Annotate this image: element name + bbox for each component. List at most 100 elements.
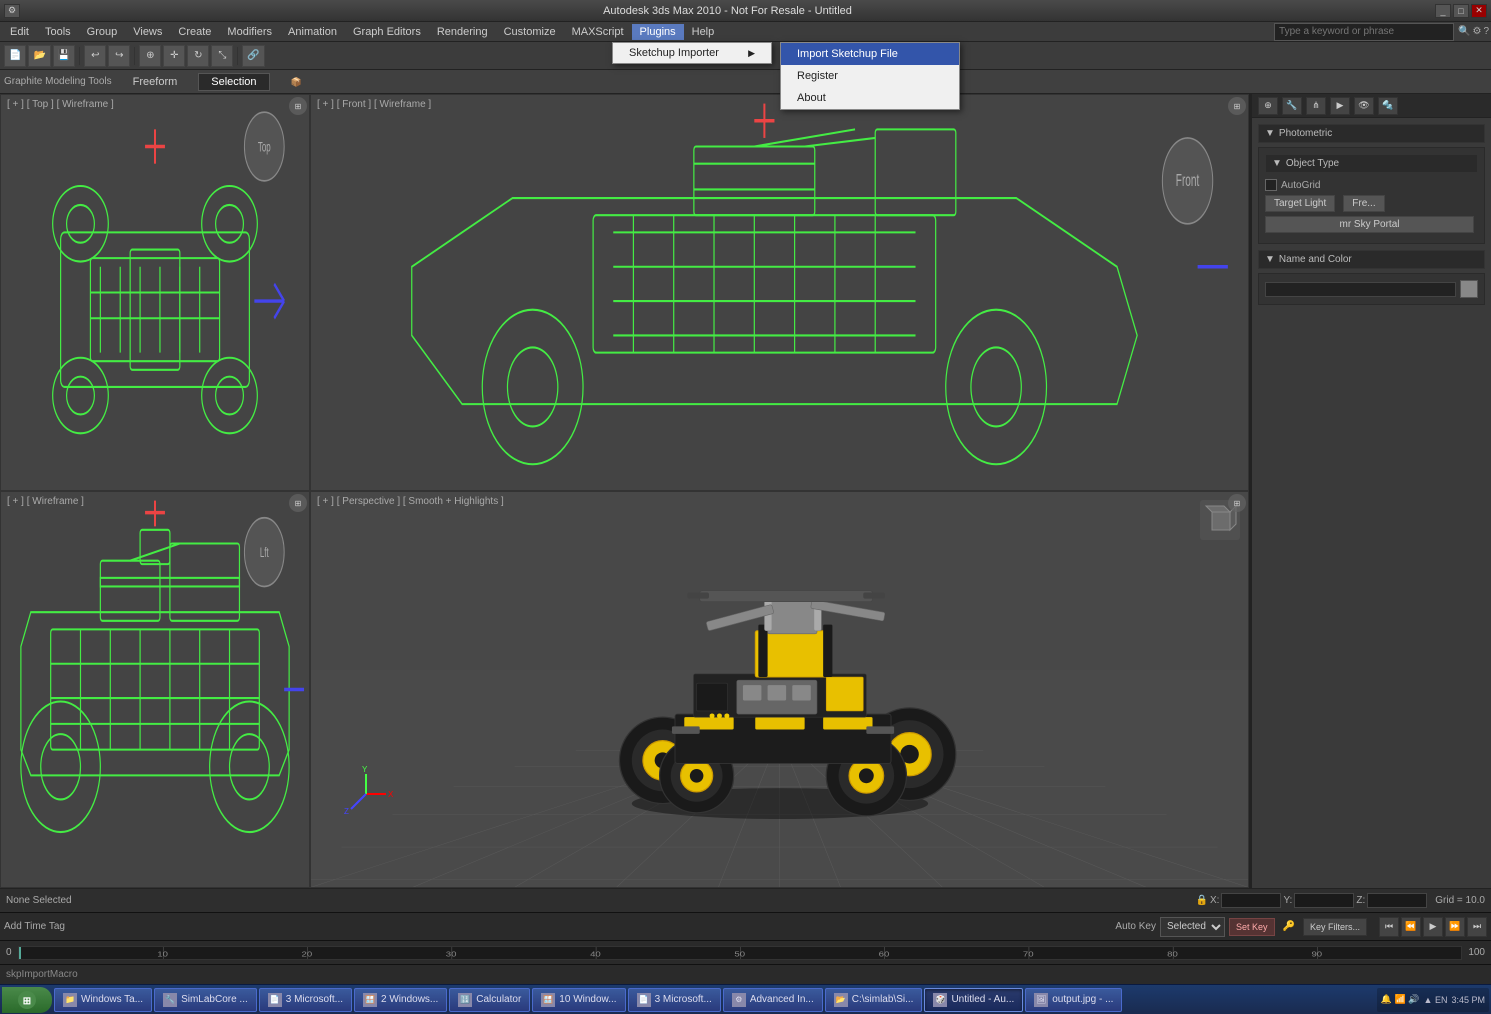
menu-group[interactable]: Group (79, 24, 126, 40)
name-color-header[interactable]: ▼ Name and Color (1258, 250, 1485, 269)
sketchup-importer-item[interactable]: Sketchup Importer (613, 43, 771, 63)
viewport-front[interactable]: [ + ] [ Front ] [ Wireframe ] ⊞ (310, 94, 1249, 491)
timeline-track[interactable]: 10 20 30 40 50 60 70 80 90 (18, 946, 1463, 960)
taskbar-icon-advanced: ⚙ (732, 993, 746, 1007)
toolbar-save[interactable]: 💾 (53, 45, 75, 67)
prev-frame-button[interactable]: ⏪ (1401, 917, 1421, 937)
toolbar-rotate[interactable]: ↻ (187, 45, 209, 67)
about-item[interactable]: About (781, 87, 959, 109)
toolbar-select[interactable]: ⊕ (139, 45, 161, 67)
taskbar-microsoft1[interactable]: 📄 3 Microsoft... (259, 988, 352, 1012)
register-item[interactable]: Register (781, 65, 959, 87)
search-input[interactable] (1274, 23, 1454, 41)
taskbar-window10[interactable]: 🪟 10 Window... (532, 988, 625, 1012)
maximize-button[interactable]: □ (1453, 4, 1469, 18)
viewport-perspective[interactable]: [ + ] [ Perspective ] [ Smooth + Highlig… (310, 491, 1249, 888)
menu-maxscript[interactable]: MAXScript (564, 24, 632, 40)
menu-tools[interactable]: Tools (37, 24, 79, 40)
z-input[interactable] (1367, 893, 1427, 908)
viewport-left[interactable]: [ + ] [ Wireframe ] ⊞ (0, 491, 310, 888)
play-button[interactable]: ▶ (1423, 917, 1443, 937)
playback-controls: ⏮ ⏪ ▶ ⏩ ⏭ (1379, 917, 1487, 937)
menu-edit[interactable]: Edit (2, 24, 37, 40)
import-sketchup-item[interactable]: Import Sketchup File (781, 43, 959, 65)
taskbar-output-jpg[interactable]: 🖼 output.jpg - ... (1025, 988, 1122, 1012)
viewport-top[interactable]: [ + ] [ Top ] [ Wireframe ] ⊞ (0, 94, 310, 491)
minimize-button[interactable]: _ (1435, 4, 1451, 18)
options-icon[interactable]: ⚙ (1472, 26, 1481, 37)
x-input[interactable] (1221, 893, 1281, 908)
taskbar-simlab-path[interactable]: 📂 C:\simlab\Si... (825, 988, 923, 1012)
toolbar-undo[interactable]: ↩ (84, 45, 106, 67)
menu-modifiers[interactable]: Modifiers (219, 24, 280, 40)
utilities-icon-btn[interactable]: 🔩 (1378, 97, 1398, 115)
menu-views[interactable]: Views (125, 24, 170, 40)
status-bar: None Selected 🔒 X: Y: Z: Grid = 10.0 (0, 888, 1491, 912)
z-label: Z: (1356, 895, 1365, 906)
menu-rendering[interactable]: Rendering (429, 24, 496, 40)
tab-freeform[interactable]: Freeform (120, 73, 191, 91)
object-type-header[interactable]: ▼ Object Type (1265, 154, 1478, 173)
viewport-perspective-corner[interactable]: ⊞ (1228, 494, 1246, 512)
color-swatch[interactable] (1460, 280, 1478, 298)
tray-icons[interactable]: 🔔 📶 🔊 (1381, 994, 1420, 1005)
mr-sky-portal-button[interactable]: mr Sky Portal (1265, 216, 1474, 233)
toolbar-snap[interactable]: 🔗 (242, 45, 264, 67)
viewport-left-corner[interactable]: ⊞ (289, 494, 307, 512)
taskbar-windows2[interactable]: 🪟 2 Windows... (354, 988, 447, 1012)
taskbar-calculator[interactable]: 🔢 Calculator (449, 988, 530, 1012)
menu-create[interactable]: Create (170, 24, 219, 40)
taskbar-untitled-au[interactable]: 🎲 Untitled - Au... (924, 988, 1023, 1012)
toolbar-open[interactable]: 📂 (28, 45, 50, 67)
next-frame-button[interactable]: ⏩ (1445, 917, 1465, 937)
autogrid-row: AutoGrid (1265, 179, 1478, 191)
name-input[interactable] (1265, 282, 1456, 297)
name-color-content (1258, 273, 1485, 305)
play-forward-button[interactable]: ⏭ (1467, 917, 1487, 937)
anim-controls: Add Time Tag Auto Key Selected Set Key 🔑… (0, 912, 1491, 940)
motion-icon-btn[interactable]: ▶ (1330, 97, 1350, 115)
menu-plugins[interactable]: Plugins (632, 24, 684, 40)
key-filters-button[interactable]: Key Filters... (1303, 918, 1367, 936)
search-icon[interactable]: 🔍 (1458, 26, 1470, 37)
menu-customize[interactable]: Customize (496, 24, 564, 40)
hierarchy-icon-btn[interactable]: ⋔ (1306, 97, 1326, 115)
window-controls[interactable]: _ □ ✕ (1435, 4, 1487, 18)
toolbar-redo[interactable]: ↪ (108, 45, 130, 67)
add-time-tag-label: Add Time Tag (4, 921, 65, 932)
selected-dropdown[interactable]: Selected (1160, 917, 1225, 937)
autogrid-checkbox[interactable] (1265, 179, 1277, 191)
x-label: X: (1210, 895, 1219, 906)
target-light-button[interactable]: Target Light (1265, 195, 1335, 212)
axis-indicator: X Y Z (336, 764, 396, 827)
auto-key-label: Auto Key (1115, 921, 1156, 932)
y-input[interactable] (1294, 893, 1354, 908)
viewport-top-corner[interactable]: ⊞ (289, 97, 307, 115)
free-button[interactable]: Fre... (1343, 195, 1384, 212)
help-icon[interactable]: ? (1483, 26, 1489, 37)
title-bar-icon: ⚙ (4, 4, 20, 18)
start-button[interactable]: ⊞ (2, 987, 52, 1013)
taskbar-advanced[interactable]: ⚙ Advanced In... (723, 988, 823, 1012)
taskbar-simlab[interactable]: 🔧 SimLabCore ... (154, 988, 257, 1012)
taskbar-label-microsoft1: 3 Microsoft... (286, 994, 343, 1005)
viewport-front-corner[interactable]: ⊞ (1228, 97, 1246, 115)
set-key-button[interactable]: Set Key (1229, 918, 1275, 936)
display-icon-btn[interactable]: 👁 (1354, 97, 1374, 115)
play-back-button[interactable]: ⏮ (1379, 917, 1399, 937)
toolbar-scale[interactable]: ⤡ (211, 45, 233, 67)
create-icon-btn[interactable]: ⊕ (1258, 97, 1278, 115)
toolbar-move[interactable]: ✛ (163, 45, 185, 67)
taskbar-microsoft3[interactable]: 📄 3 Microsoft... (628, 988, 721, 1012)
menu-animation[interactable]: Animation (280, 24, 345, 40)
toolbar-new[interactable]: 📄 (4, 45, 26, 67)
photometric-header[interactable]: ▼ Photometric (1258, 124, 1485, 143)
menu-graph-editors[interactable]: Graph Editors (345, 24, 429, 40)
coord-bar: 🔒 X: Y: Z: (1196, 893, 1428, 908)
tab-selection[interactable]: Selection (198, 73, 269, 91)
menu-help[interactable]: Help (684, 24, 723, 40)
taskbar-windows-ta[interactable]: 📁 Windows Ta... (54, 988, 152, 1012)
tab-more[interactable]: 📦 (278, 73, 315, 91)
modify-icon-btn[interactable]: 🔧 (1282, 97, 1302, 115)
close-button[interactable]: ✕ (1471, 4, 1487, 18)
